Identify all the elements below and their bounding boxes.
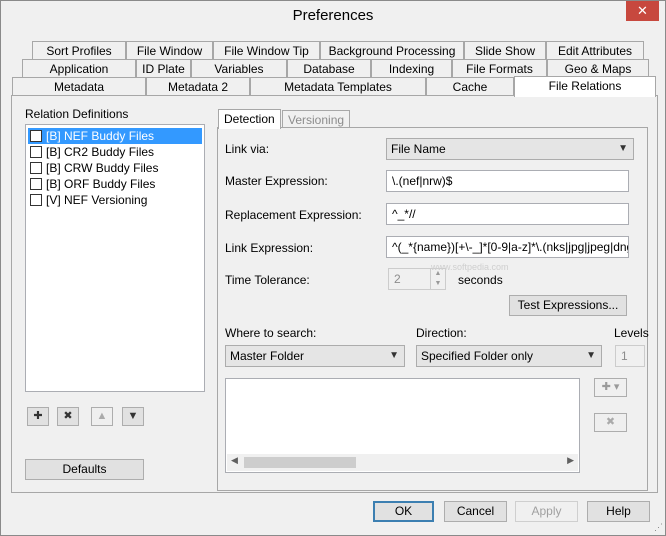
apply-button[interactable]: Apply [515,501,578,522]
remove-folder-button[interactable]: ✖ [594,413,627,432]
tab-metadata-2[interactable]: Metadata 2 [146,77,250,96]
where-to-search-label: Where to search: [225,326,317,340]
title-bar: Preferences ✕ [1,1,665,32]
tab-variables[interactable]: Variables [191,59,287,78]
master-expression-label: Master Expression: [225,174,328,188]
cancel-button[interactable]: Cancel [444,501,507,522]
spin-down-icon: ▼ [434,280,442,287]
resize-grip-icon[interactable]: ⋰ [654,522,663,533]
link-expression-input[interactable]: ^(_*{name})[+\-_]*[0-9|a-z]*\.(nks|jpg|j… [386,236,629,258]
relation-definitions-label: Relation Definitions [25,107,129,121]
arrow-up-icon: ▲ [96,410,108,422]
scroll-right-icon[interactable]: ▶ [567,455,574,466]
watermark: www.softpedia.com [431,262,509,272]
delete-icon: ✖ [63,410,73,422]
tab-metadata-templates[interactable]: Metadata Templates [250,77,426,96]
tab-slide-show[interactable]: Slide Show [464,41,546,60]
window-title: Preferences [292,7,374,24]
link-via-select[interactable]: File Name ▼ [386,138,634,160]
horizontal-scrollbar[interactable]: ◀ ▶ [227,454,578,471]
link-expression-label: Link Expression: [225,241,314,255]
tab-detection[interactable]: Detection [218,109,281,129]
replacement-expression-label: Replacement Expression: [225,208,362,222]
search-folders-list[interactable]: ◀ ▶ [225,378,580,473]
tab-edit-attributes[interactable]: Edit Attributes [546,41,644,60]
direction-label: Direction: [416,326,467,340]
list-item[interactable]: [V] NEF Versioning [28,192,202,208]
spinner-arrows[interactable]: ▲ ▼ [430,269,445,289]
scroll-left-icon[interactable]: ◀ [231,455,238,466]
tab-application[interactable]: Application [22,59,136,78]
close-button[interactable]: ✕ [626,1,659,21]
tab-background-processing[interactable]: Background Processing [320,41,464,60]
list-item[interactable]: [B] CRW Buddy Files [28,160,202,176]
preferences-window: Preferences ✕ Sort Profiles File Window … [0,0,666,536]
checkbox[interactable] [30,162,42,174]
add-icon: ✚ [33,410,43,422]
time-tolerance-label: Time Tolerance: [225,273,310,287]
delete-icon: ✖ [605,416,616,428]
tab-cache[interactable]: Cache [426,77,514,96]
move-up-button[interactable]: ▲ [91,407,113,426]
tab-indexing[interactable]: Indexing [371,59,452,78]
checkbox[interactable] [30,194,42,206]
replacement-expression-input[interactable]: ^_*// [386,203,629,225]
tab-file-window-tip[interactable]: File Window Tip [213,41,320,60]
tab-file-window[interactable]: File Window [126,41,213,60]
levels-input[interactable]: 1 [615,345,645,367]
list-item[interactable]: [B] ORF Buddy Files [28,176,202,192]
tab-file-relations[interactable]: File Relations [514,76,656,97]
scrollbar-thumb[interactable] [244,457,356,468]
ok-button[interactable]: OK [373,501,434,522]
test-expressions-button[interactable]: Test Expressions... [509,295,627,316]
add-dropdown-icon: ✚ ▾ [601,381,620,393]
checkbox[interactable] [30,130,42,142]
master-expression-input[interactable]: \.(nef|nrw)$ [386,170,629,192]
checkbox[interactable] [30,178,42,190]
chevron-down-icon: ▼ [389,350,399,361]
where-to-search-select[interactable]: Master Folder ▼ [225,345,405,367]
levels-label: Levels [614,326,649,340]
direction-select[interactable]: Specified Folder only ▼ [416,345,602,367]
link-via-label: Link via: [225,142,270,156]
tab-metadata[interactable]: Metadata [12,77,146,96]
tab-database[interactable]: Database [287,59,371,78]
defaults-button[interactable]: Defaults [25,459,144,480]
arrow-down-icon: ▼ [127,410,139,422]
list-item[interactable]: [B] CR2 Buddy Files [28,144,202,160]
checkbox[interactable] [30,146,42,158]
chevron-down-icon: ▼ [586,350,596,361]
chevron-down-icon: ▼ [618,143,628,154]
relation-definitions-list[interactable]: [B] NEF Buddy Files [B] CR2 Buddy Files … [25,124,205,392]
move-down-button[interactable]: ▼ [122,407,144,426]
seconds-label: seconds [458,273,503,287]
add-relation-button[interactable]: ✚ [27,407,49,426]
delete-relation-button[interactable]: ✖ [57,407,79,426]
tab-id-plate[interactable]: ID Plate [136,59,191,78]
help-button[interactable]: Help [587,501,650,522]
list-item[interactable]: [B] NEF Buddy Files [28,128,202,144]
add-folder-button[interactable]: ✚ ▾ [594,378,627,397]
tab-sort-profiles[interactable]: Sort Profiles [32,41,126,60]
